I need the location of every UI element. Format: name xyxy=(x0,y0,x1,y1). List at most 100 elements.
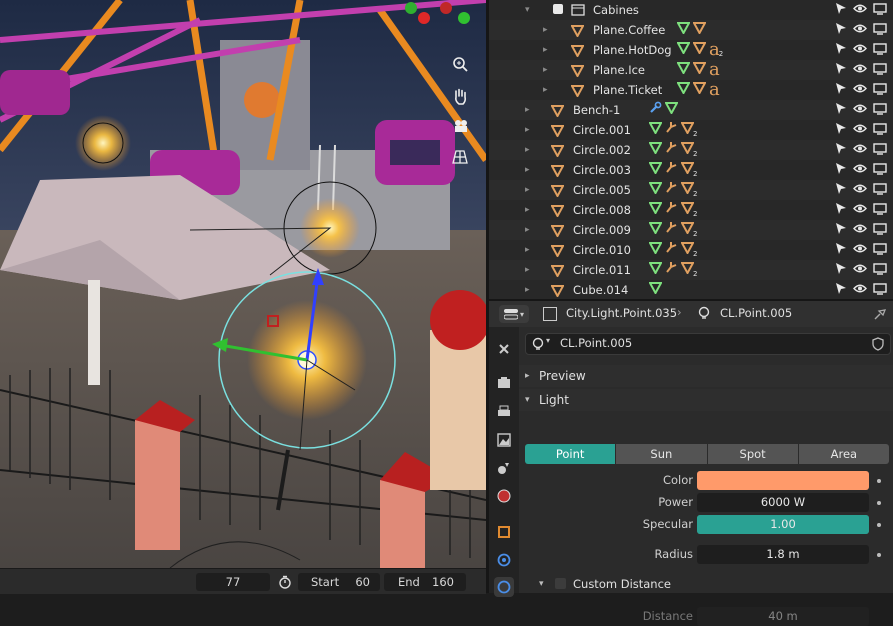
outliner-row[interactable]: ▾ Cabines xyxy=(489,0,893,20)
select-arrow-icon[interactable] xyxy=(835,22,847,35)
editor-type-menu[interactable]: ▾ xyxy=(499,305,529,323)
expand-arrow-icon[interactable]: ▸ xyxy=(543,40,548,60)
eye-icon[interactable] xyxy=(853,63,867,74)
outliner-item-name[interactable]: Circle.002 xyxy=(573,140,631,160)
keyframe-dot-icon[interactable] xyxy=(877,479,881,483)
light-section-header[interactable]: ▾ Light xyxy=(519,389,893,411)
end-frame-field[interactable]: End 160 xyxy=(384,573,466,591)
outliner-item-name[interactable]: Circle.008 xyxy=(573,200,631,220)
monitor-icon[interactable] xyxy=(873,22,887,35)
tab-world[interactable] xyxy=(494,486,514,506)
expand-arrow-icon[interactable]: ▾ xyxy=(525,0,530,20)
expand-arrow-icon[interactable]: ▸ xyxy=(525,140,530,160)
stopwatch-icon[interactable] xyxy=(278,575,292,589)
outliner-row[interactable]: ▸ Circle.002 2 xyxy=(489,140,893,160)
keyframe-dot-icon[interactable] xyxy=(877,501,881,505)
axis-x-icon[interactable] xyxy=(418,12,430,24)
select-arrow-icon[interactable] xyxy=(835,102,847,115)
vertex-group-icon[interactable] xyxy=(665,160,678,180)
expand-arrow-icon[interactable]: ▸ xyxy=(525,200,530,220)
eye-icon[interactable] xyxy=(853,263,867,274)
select-arrow-icon[interactable] xyxy=(835,262,847,275)
preview-section-header[interactable]: ▸ Preview xyxy=(519,365,893,387)
select-arrow-icon[interactable] xyxy=(835,42,847,55)
tab-tool[interactable] xyxy=(494,339,514,359)
outliner-item-name[interactable]: Cabines xyxy=(593,0,639,20)
outliner-row[interactable]: ▸ Circle.003 2 xyxy=(489,160,893,180)
monitor-icon[interactable] xyxy=(873,42,887,55)
material-icon[interactable] xyxy=(692,40,707,60)
mesh-data-icon[interactable] xyxy=(676,80,691,100)
outliner-item-name[interactable]: Circle.010 xyxy=(573,240,631,260)
select-arrow-icon[interactable] xyxy=(835,222,847,235)
monitor-icon[interactable] xyxy=(873,142,887,155)
wrench-icon[interactable] xyxy=(649,100,662,120)
mesh-data-icon[interactable] xyxy=(676,20,691,40)
eye-icon[interactable] xyxy=(853,3,867,14)
power-field[interactable]: 6000 W xyxy=(697,493,869,512)
monitor-icon[interactable] xyxy=(873,2,887,15)
monitor-icon[interactable] xyxy=(873,102,887,115)
mesh-data-icon[interactable] xyxy=(664,100,679,120)
outliner-item-name[interactable]: Plane.HotDog xyxy=(593,40,672,60)
vertex-group-icon[interactable] xyxy=(665,220,678,240)
eye-icon[interactable] xyxy=(853,103,867,114)
mesh-data-icon[interactable] xyxy=(648,120,663,140)
mesh-data-icon[interactable] xyxy=(648,280,663,299)
monitor-icon[interactable] xyxy=(873,82,887,95)
outliner-row[interactable]: ▸ Circle.009 2 xyxy=(489,220,893,240)
outliner-row[interactable]: ▸ Plane.Ticket a xyxy=(489,80,893,100)
select-arrow-icon[interactable] xyxy=(835,242,847,255)
camera-view-icon[interactable] xyxy=(452,118,474,140)
custom-distance-subpanel-header[interactable]: ▾ Custom Distance xyxy=(519,574,893,594)
outliner-item-name[interactable]: Circle.009 xyxy=(573,220,631,240)
mesh-data-icon[interactable] xyxy=(648,240,663,260)
outliner-row[interactable]: ▸ Cube.014 xyxy=(489,280,893,299)
vertex-group-icon[interactable] xyxy=(665,200,678,220)
axis-neg-x-icon[interactable] xyxy=(440,2,452,14)
vertex-group-icon[interactable] xyxy=(665,140,678,160)
eye-icon[interactable] xyxy=(853,143,867,154)
tab-view-layer[interactable] xyxy=(494,430,514,450)
monitor-icon[interactable] xyxy=(873,262,887,275)
mesh-data-icon[interactable] xyxy=(648,180,663,200)
eye-icon[interactable] xyxy=(853,223,867,234)
vertex-group-icon[interactable] xyxy=(665,260,678,280)
vertex-group-icon[interactable] xyxy=(665,240,678,260)
outliner-row[interactable]: ▸ Circle.011 2 xyxy=(489,260,893,280)
eye-icon[interactable] xyxy=(853,243,867,254)
mesh-data-icon[interactable] xyxy=(648,220,663,240)
outliner-row[interactable]: ▸ Bench-1 xyxy=(489,100,893,120)
material-icon[interactable] xyxy=(692,80,707,100)
select-arrow-icon[interactable] xyxy=(835,62,847,75)
tab-scene[interactable] xyxy=(494,458,514,478)
select-arrow-icon[interactable] xyxy=(835,282,847,295)
monitor-icon[interactable] xyxy=(873,222,887,235)
light-type-spot[interactable]: Spot xyxy=(707,444,798,464)
light-type-sun[interactable]: Sun xyxy=(616,444,707,464)
vertex-group-icon[interactable] xyxy=(665,120,678,140)
expand-arrow-icon[interactable]: ▸ xyxy=(525,260,530,280)
3d-viewport[interactable] xyxy=(0,0,486,568)
breadcrumb-object[interactable]: City.Light.Point.035 xyxy=(566,306,677,320)
fake-user-shield-icon[interactable] xyxy=(872,337,884,351)
mesh-data-icon[interactable] xyxy=(676,60,691,80)
radius-field[interactable]: 1.8 m xyxy=(697,545,869,564)
eye-icon[interactable] xyxy=(853,203,867,214)
outliner-item-name[interactable]: Circle.005 xyxy=(573,180,631,200)
keyframe-dot-icon[interactable] xyxy=(877,553,881,557)
text-data-icon[interactable]: a xyxy=(709,81,720,99)
outliner-row[interactable]: ▸ Circle.005 2 xyxy=(489,180,893,200)
outliner-row[interactable]: ▸ Circle.008 2 xyxy=(489,200,893,220)
custom-distance-checkbox[interactable] xyxy=(555,578,566,589)
distance-field[interactable]: 40 m xyxy=(697,607,869,626)
expand-arrow-icon[interactable]: ▸ xyxy=(543,80,548,100)
expand-arrow-icon[interactable]: ▸ xyxy=(525,240,530,260)
outliner-row[interactable]: ▸ Plane.Ice a xyxy=(489,60,893,80)
outliner-item-name[interactable]: Circle.001 xyxy=(573,120,631,140)
expand-arrow-icon[interactable]: ▸ xyxy=(525,100,530,120)
expand-arrow-icon[interactable]: ▸ xyxy=(543,60,548,80)
vertex-group-icon[interactable] xyxy=(665,180,678,200)
collection-checkbox[interactable] xyxy=(553,4,563,14)
eye-icon[interactable] xyxy=(853,283,867,294)
